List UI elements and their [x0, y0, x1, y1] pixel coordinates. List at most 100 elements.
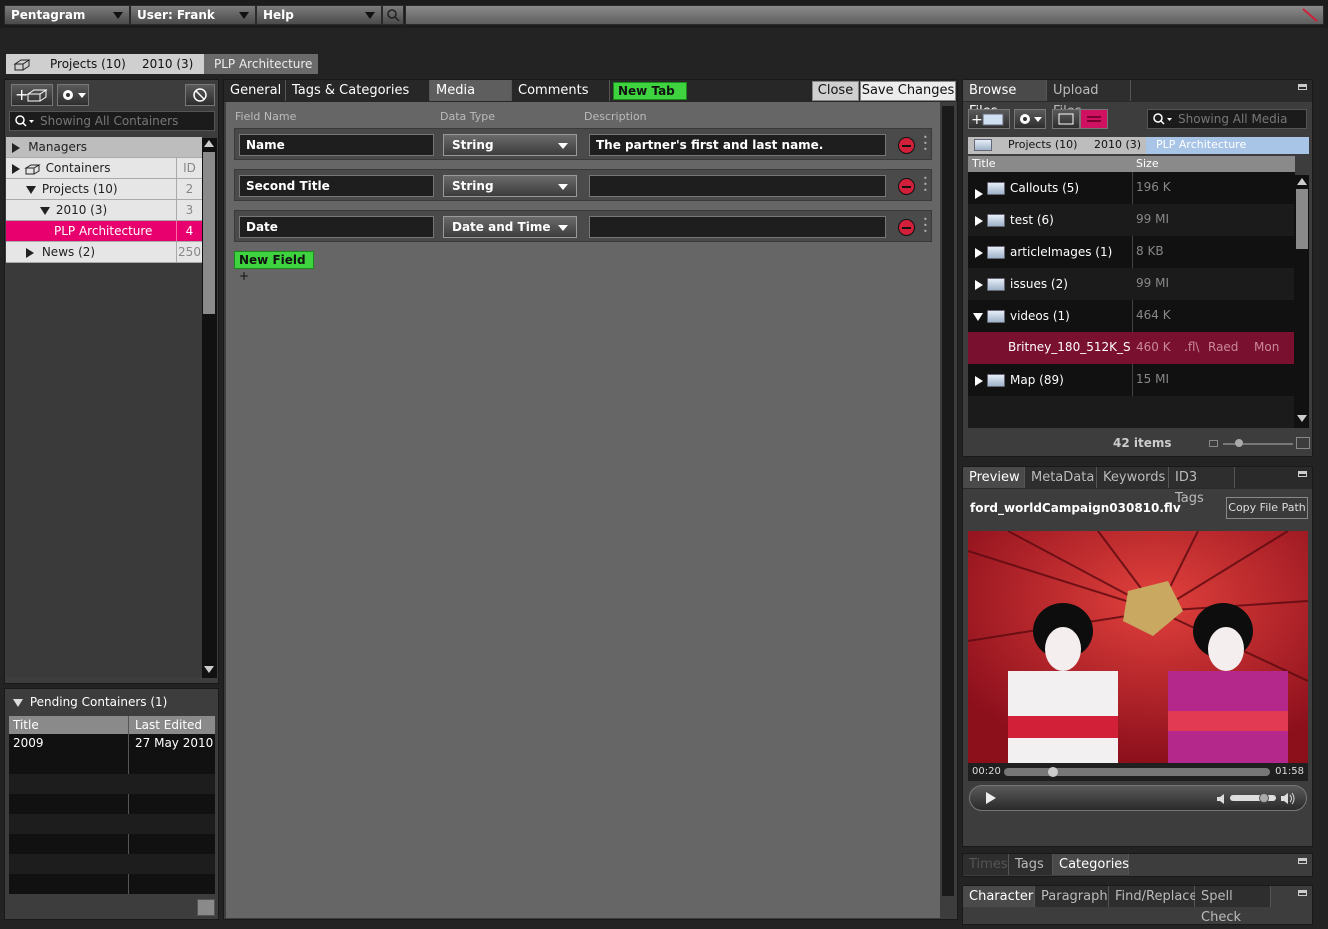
minimize-icon[interactable]: [1298, 84, 1307, 90]
scroll-thumb[interactable]: [1296, 189, 1308, 249]
progress-track[interactable]: [1004, 767, 1270, 777]
media-crumb-2010[interactable]: 2010 (3): [1094, 138, 1141, 151]
file-row[interactable]: videos (1) 464 K: [968, 300, 1294, 332]
tree-row-news[interactable]: News (2) 250: [6, 242, 202, 263]
container-search-input[interactable]: Showing All Containers: [9, 111, 215, 131]
drag-handle-icon[interactable]: • • •: [923, 134, 928, 155]
volume-high-icon[interactable]: [1280, 791, 1296, 807]
remove-field-icon[interactable]: [898, 137, 915, 154]
media-search-input[interactable]: Showing All Media: [1147, 109, 1307, 129]
file-row[interactable]: Callouts (5) 196 K: [968, 172, 1294, 204]
tab-comments[interactable]: Comments (0): [512, 80, 610, 119]
table-row[interactable]: 2009 27 May 2010: [9, 734, 215, 754]
crumb-projects[interactable]: Projects (10): [40, 54, 132, 74]
tree-scrollbar[interactable]: [202, 138, 217, 678]
field-name-input[interactable]: Date: [239, 216, 434, 238]
save-changes-button[interactable]: Save Changes: [860, 81, 956, 101]
new-tab-button[interactable]: New Tab +: [613, 82, 687, 114]
file-list-scrollbar[interactable]: [1295, 175, 1309, 428]
tree-row-2010[interactable]: 2010 (3) 3: [6, 200, 202, 221]
description-input[interactable]: [589, 216, 886, 238]
tab-metadata[interactable]: MetaData: [1025, 467, 1097, 488]
remove-field-icon[interactable]: [898, 219, 915, 236]
new-field-button[interactable]: New Field +: [234, 251, 314, 283]
thumb-size-slider[interactable]: [1223, 443, 1293, 445]
global-search-button[interactable]: [382, 5, 404, 25]
close-button[interactable]: Close: [812, 81, 859, 101]
copy-file-path-button[interactable]: Copy File Path: [1226, 497, 1308, 519]
tab-browse-files[interactable]: Browse Files: [963, 80, 1047, 119]
tab-keywords[interactable]: Keywords: [1097, 467, 1169, 488]
file-row[interactable]: issues (2) 99 MI: [968, 268, 1294, 300]
progress-knob[interactable]: [1047, 767, 1058, 777]
field-name-input[interactable]: Name: [239, 134, 434, 156]
global-search-bar[interactable]: [405, 5, 1324, 25]
media-settings-button[interactable]: [1014, 109, 1046, 129]
file-row[interactable]: Map (89) 15 MI: [968, 364, 1294, 396]
thumb-size-knob[interactable]: [1235, 439, 1243, 447]
data-type-select[interactable]: String: [443, 175, 577, 197]
crumb-2010[interactable]: 2010 (3): [132, 54, 204, 74]
minimize-icon[interactable]: [1298, 858, 1307, 864]
tree-row-containers[interactable]: Containers ID: [6, 158, 202, 179]
view-list-button[interactable]: [1080, 109, 1108, 129]
drag-handle-icon[interactable]: • • •: [923, 216, 928, 237]
scroll-up-icon[interactable]: [204, 140, 214, 147]
data-type-select[interactable]: Date and Time: [443, 216, 577, 238]
tab-label: Tags: [1015, 857, 1044, 872]
media-crumb-plp[interactable]: PLP Architecture: [1146, 137, 1309, 154]
crumb-plp-architecture[interactable]: PLP Architecture: [204, 54, 318, 74]
tab-categories[interactable]: Categories: [1053, 854, 1129, 875]
scroll-thumb[interactable]: [203, 152, 215, 314]
clear-filter-button[interactable]: [185, 84, 215, 106]
tab-general[interactable]: General: [224, 80, 286, 101]
volume-slider[interactable]: [1230, 793, 1276, 803]
user-menu[interactable]: User: Frank: [130, 5, 256, 25]
scroll-down-icon[interactable]: [1297, 415, 1307, 422]
folder-icon[interactable]: [974, 139, 992, 151]
tab-spell-check[interactable]: Spell Check: [1195, 886, 1271, 925]
tab-media[interactable]: Media (67): [430, 80, 512, 119]
media-crumb-projects[interactable]: Projects (10): [1008, 138, 1077, 151]
resize-handle[interactable]: [197, 899, 215, 916]
add-media-folder-button[interactable]: +: [968, 109, 1010, 129]
minimize-icon[interactable]: [1298, 890, 1307, 896]
tree-row-projects[interactable]: Projects (10) 2: [6, 179, 202, 200]
tab-paragraph[interactable]: Paragraph: [1035, 886, 1109, 907]
add-container-button[interactable]: +: [11, 84, 53, 106]
description-input[interactable]: The partner's first and last name.: [589, 134, 886, 156]
editor-scrollbar[interactable]: [942, 106, 954, 896]
minimize-icon[interactable]: [1298, 471, 1307, 477]
settings-menu-button[interactable]: [57, 84, 89, 106]
tab-upload-files[interactable]: Upload Files: [1047, 80, 1131, 119]
folder-icon: [987, 182, 1005, 195]
description-input[interactable]: [589, 175, 886, 197]
tab-find-replace[interactable]: Find/Replace: [1109, 886, 1197, 907]
scroll-up-icon[interactable]: [1297, 178, 1307, 185]
volume-low-icon[interactable]: [1216, 793, 1228, 805]
tree-row-plp-architecture[interactable]: PLP Architecture 4: [6, 221, 202, 242]
file-row[interactable]: articleImages (1) 8 KB: [968, 236, 1294, 268]
field-name-input[interactable]: Second Title: [239, 175, 434, 197]
tab-id3-tags[interactable]: ID3 Tags: [1169, 467, 1235, 506]
file-row-selected[interactable]: Britney_180_512K_Str 460 K .fl\ Raed Mon: [968, 332, 1294, 364]
file-row[interactable]: test (6) 99 MI: [968, 204, 1294, 236]
home-crumb[interactable]: [6, 54, 40, 74]
volume-knob[interactable]: [1258, 793, 1269, 803]
help-menu[interactable]: Help: [256, 5, 382, 25]
tab-tags[interactable]: Tags: [1009, 854, 1053, 875]
pending-header[interactable]: Pending Containers (1): [13, 695, 167, 709]
remove-field-icon[interactable]: [898, 178, 915, 195]
tab-times[interactable]: Times: [963, 854, 1009, 875]
view-single-button[interactable]: [1052, 109, 1080, 129]
tree-row-managers[interactable]: Managers: [6, 137, 202, 158]
drag-handle-icon[interactable]: • • •: [923, 175, 928, 196]
tab-character[interactable]: Character: [963, 886, 1035, 907]
app-menu[interactable]: Pentagram: [4, 5, 130, 25]
tab-tags-categories[interactable]: Tags & Categories (0): [286, 80, 430, 119]
scroll-down-icon[interactable]: [204, 666, 214, 673]
play-icon[interactable]: [984, 791, 998, 805]
data-type-select[interactable]: String: [443, 134, 577, 156]
video-preview-image[interactable]: [968, 531, 1308, 763]
tab-preview[interactable]: Preview: [963, 467, 1025, 488]
